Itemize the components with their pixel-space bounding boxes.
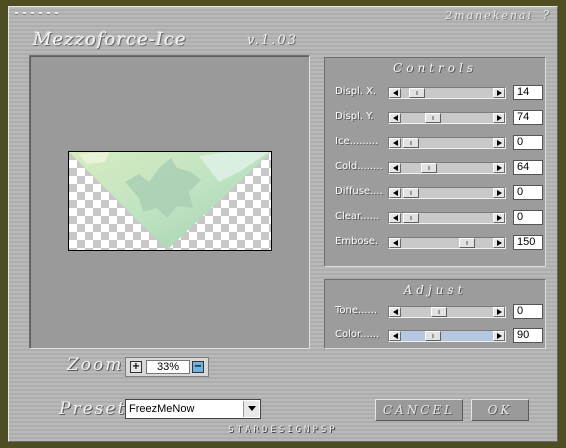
adjust-row: Color...... 90 bbox=[333, 328, 545, 344]
zoom-label: Zoom bbox=[67, 355, 124, 375]
ok-button[interactable]: OK bbox=[471, 399, 529, 421]
arrow-left-icon[interactable] bbox=[389, 331, 401, 341]
zoom-in-button[interactable]: + bbox=[130, 361, 142, 373]
slider-thumb[interactable] bbox=[431, 307, 447, 317]
controls-label: Diffuse.... bbox=[335, 186, 383, 197]
adjust-title: Adjust bbox=[403, 283, 467, 297]
filter-title: Mezzoforce-Ice bbox=[33, 29, 187, 50]
arrow-right-icon[interactable] bbox=[493, 113, 505, 123]
controls-row: Displ. Y. 74 bbox=[333, 110, 545, 126]
arrow-left-icon[interactable] bbox=[389, 163, 401, 173]
adjust-slider[interactable] bbox=[388, 330, 506, 342]
adjust-label: Color...... bbox=[335, 329, 380, 340]
controls-label: Ice......... bbox=[335, 136, 379, 147]
cancel-button[interactable]: CANCEL bbox=[375, 399, 463, 421]
controls-value-input[interactable]: 0 bbox=[513, 135, 543, 150]
zoom-control: + 33% − bbox=[125, 357, 209, 377]
author-label: 2manekenai bbox=[445, 9, 533, 22]
filter-dialog: 2manekenai ? Mezzoforce-Ice v.1.03 Contr… bbox=[8, 6, 558, 442]
slider-thumb[interactable] bbox=[403, 213, 419, 223]
preview-canvas bbox=[69, 152, 271, 250]
controls-slider[interactable] bbox=[388, 187, 506, 199]
controls-row: Cold........ 64 bbox=[333, 160, 545, 176]
controls-label: Cold........ bbox=[335, 161, 383, 172]
arrow-right-icon[interactable] bbox=[493, 331, 505, 341]
arrow-left-icon[interactable] bbox=[389, 88, 401, 98]
controls-label: Displ. Y. bbox=[335, 111, 374, 122]
controls-slider[interactable] bbox=[388, 212, 506, 224]
arrow-right-icon[interactable] bbox=[493, 213, 505, 223]
controls-row: Diffuse.... 0 bbox=[333, 185, 545, 201]
preset-value: FreezMeNow bbox=[129, 403, 195, 415]
adjust-value-input[interactable]: 0 bbox=[513, 304, 543, 319]
controls-label: Displ. X. bbox=[335, 86, 377, 97]
preview-area[interactable] bbox=[29, 55, 310, 349]
arrow-left-icon[interactable] bbox=[389, 307, 401, 317]
help-button[interactable]: ? bbox=[543, 8, 549, 22]
arrow-right-icon[interactable] bbox=[493, 138, 505, 148]
controls-slider[interactable] bbox=[388, 137, 506, 149]
controls-title: Controls bbox=[393, 61, 477, 75]
controls-value-input[interactable]: 14 bbox=[513, 85, 543, 100]
controls-slider[interactable] bbox=[388, 237, 506, 249]
slider-thumb[interactable] bbox=[409, 88, 425, 98]
chevron-down-icon[interactable] bbox=[243, 401, 259, 417]
arrow-right-icon[interactable] bbox=[493, 88, 505, 98]
preview-image[interactable] bbox=[68, 151, 272, 251]
arrow-left-icon[interactable] bbox=[389, 113, 401, 123]
controls-value-input[interactable]: 0 bbox=[513, 185, 543, 200]
controls-row: Clear...... 0 bbox=[333, 210, 545, 226]
arrow-left-icon[interactable] bbox=[389, 188, 401, 198]
controls-group: Controls Displ. X. 14 Displ. Y. 74 Ice......… bbox=[324, 57, 546, 267]
adjust-row: Tone...... 0 bbox=[333, 304, 545, 320]
zoom-out-button[interactable]: − bbox=[192, 361, 204, 373]
arrow-left-icon[interactable] bbox=[389, 138, 401, 148]
controls-value-input[interactable]: 74 bbox=[513, 110, 543, 125]
controls-value-input[interactable]: 150 bbox=[513, 235, 543, 250]
adjust-value-input[interactable]: 90 bbox=[513, 328, 543, 343]
arrow-right-icon[interactable] bbox=[493, 238, 505, 248]
slider-thumb[interactable] bbox=[421, 163, 437, 173]
arrow-right-icon[interactable] bbox=[493, 163, 505, 173]
preset-label: Preset bbox=[59, 399, 127, 419]
footer-credit: STARDESIGNPSP bbox=[228, 425, 338, 435]
title-bar[interactable]: 2manekenai ? bbox=[9, 7, 557, 25]
arrow-right-icon[interactable] bbox=[493, 188, 505, 198]
controls-slider[interactable] bbox=[388, 112, 506, 124]
slider-thumb[interactable] bbox=[425, 331, 441, 341]
slider-thumb[interactable] bbox=[403, 188, 419, 198]
slider-thumb[interactable] bbox=[403, 138, 419, 148]
adjust-slider[interactable] bbox=[388, 306, 506, 318]
arrow-left-icon[interactable] bbox=[389, 238, 401, 248]
adjust-label: Tone...... bbox=[335, 305, 378, 316]
controls-label: Embose. bbox=[335, 236, 379, 247]
controls-slider[interactable] bbox=[388, 87, 506, 99]
arrow-left-icon[interactable] bbox=[389, 213, 401, 223]
window-frame: 2manekenai ? Mezzoforce-Ice v.1.03 Contr… bbox=[0, 0, 566, 448]
version-label: v.1.03 bbox=[247, 33, 298, 48]
drag-grip-icon[interactable] bbox=[15, 12, 58, 15]
controls-value-input[interactable]: 64 bbox=[513, 160, 543, 175]
controls-label: Clear...... bbox=[335, 211, 380, 222]
slider-thumb[interactable] bbox=[425, 113, 441, 123]
controls-row: Ice......... 0 bbox=[333, 135, 545, 151]
controls-slider[interactable] bbox=[388, 162, 506, 174]
adjust-group: Adjust Tone...... 0 Color...... 90 bbox=[324, 279, 546, 349]
controls-row: Displ. X. 14 bbox=[333, 85, 545, 101]
controls-row: Embose. 150 bbox=[333, 235, 545, 251]
zoom-value: 33% bbox=[146, 360, 190, 374]
controls-value-input[interactable]: 0 bbox=[513, 210, 543, 225]
arrow-right-icon[interactable] bbox=[493, 307, 505, 317]
preset-dropdown[interactable]: FreezMeNow bbox=[125, 399, 261, 419]
slider-thumb[interactable] bbox=[459, 238, 475, 248]
